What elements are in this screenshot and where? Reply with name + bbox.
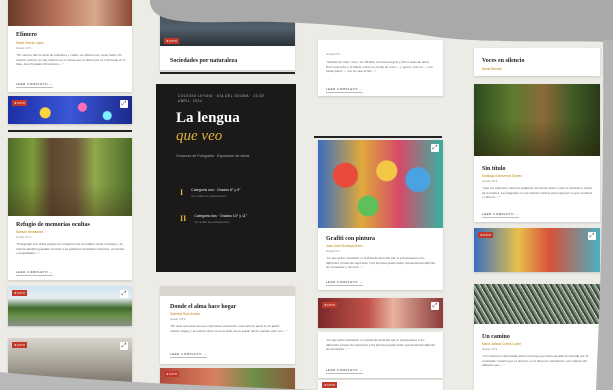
screen-edge-overlay: [0, 40, 613, 390]
photo-gallery-page: Efímero Stella Garcia Lopez Grado 10°1 "…: [0, 0, 613, 390]
